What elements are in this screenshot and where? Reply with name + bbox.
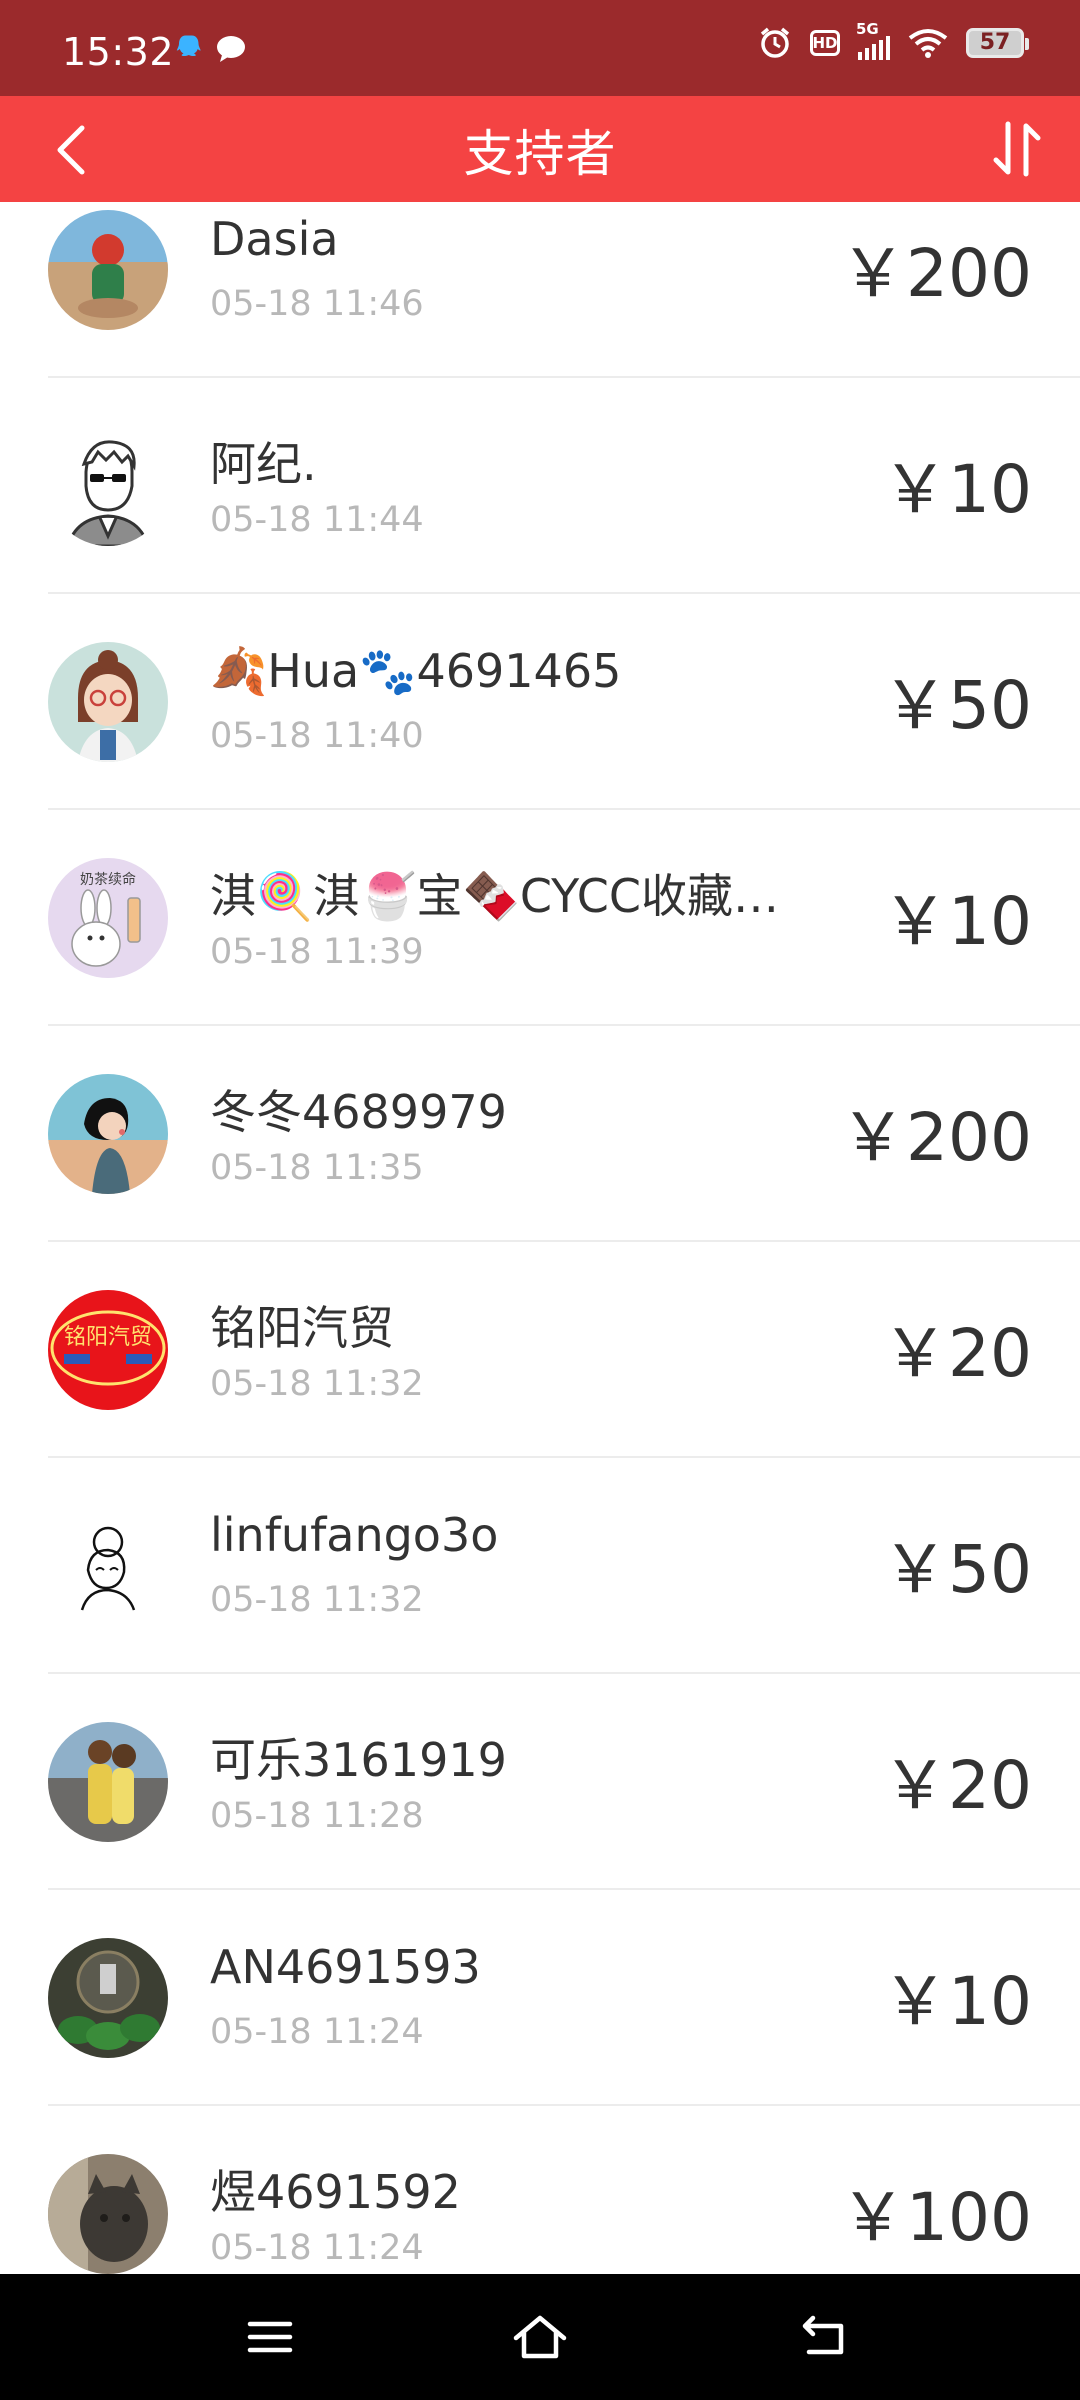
home-icon [513, 2315, 567, 2359]
alarm-icon [758, 26, 792, 60]
supporter-name: 冬冬4689979 [210, 1085, 507, 1139]
supporter-row[interactable]: linfufango3o 05-18 11:32 ￥50 [0, 1458, 1080, 1674]
supporter-name: 可乐3161919 [210, 1733, 507, 1787]
supporter-row[interactable]: 煜4691592 05-18 11:24 ￥100 [0, 2106, 1080, 2274]
supporter-name: 淇🍭淇🍧宝🍫CYCC收藏… [210, 869, 779, 923]
avatar [48, 426, 168, 546]
back-icon [802, 2315, 844, 2355]
avatar [48, 1506, 168, 1626]
supporter-row[interactable]: 阿纪. 05-18 11:44 ￥10 [0, 378, 1080, 594]
sort-icon [993, 121, 1041, 177]
avatar [48, 1722, 168, 1842]
avatar [48, 210, 168, 330]
supporter-row[interactable]: 🍂Hua🐾4691465 05-18 11:40 ￥50 [0, 594, 1080, 810]
supporter-amount: ￥200 [840, 1099, 1032, 1176]
supporter-time: 05-18 11:24 [210, 2228, 424, 2268]
supporter-amount: ￥100 [840, 2179, 1032, 2256]
network-label: 5G [856, 20, 879, 38]
supporter-time: 05-18 11:40 [210, 716, 424, 756]
supporter-amount: ￥20 [882, 1315, 1032, 1392]
supporter-list[interactable]: Dasia 05-18 11:46 ￥200 阿纪. 05-18 11:44 ￥… [0, 202, 1080, 2274]
supporter-name: 阿纪. [210, 437, 317, 491]
supporter-name: 🍂Hua🐾4691465 [210, 644, 622, 698]
status-time: 15:32 [62, 30, 175, 74]
app-header: 支持者 [0, 96, 1080, 202]
sort-button[interactable] [982, 114, 1052, 184]
system-nav-bar [0, 2274, 1080, 2400]
page-title: 支持者 [463, 125, 617, 183]
home-button[interactable] [510, 2312, 570, 2362]
supporter-time: 05-18 11:32 [210, 1364, 424, 1404]
supporter-row[interactable]: Dasia 05-18 11:46 ￥200 [0, 202, 1080, 378]
message-icon [216, 35, 246, 63]
supporter-name: 煜4691592 [210, 2165, 461, 2219]
supporter-name: Dasia [210, 212, 339, 266]
avatar-caption: 奶茶续命 [80, 871, 136, 888]
supporter-row[interactable]: AN4691593 05-18 11:24 ￥10 [0, 1890, 1080, 2106]
supporter-time: 05-18 11:32 [210, 1580, 424, 1620]
supporter-amount: ￥10 [882, 451, 1032, 528]
back-nav-button[interactable] [795, 2312, 855, 2362]
supporter-row[interactable]: 铭阳汽贸 铭阳汽贸 05-18 11:32 ￥20 [0, 1242, 1080, 1458]
menu-icon [247, 2321, 293, 2353]
avatar-logo-text: 铭阳汽贸 [64, 1325, 152, 1350]
wifi-icon [908, 28, 948, 58]
supporter-amount: ￥20 [882, 1747, 1032, 1824]
supporter-name: linfufango3o [210, 1508, 499, 1562]
avatar: 铭阳汽贸 [48, 1290, 168, 1410]
avatar: 奶茶续命 [48, 858, 168, 978]
menu-button[interactable] [240, 2312, 300, 2362]
battery-icon: 57 [966, 28, 1029, 58]
supporter-row[interactable]: 可乐3161919 05-18 11:28 ￥20 [0, 1674, 1080, 1890]
supporter-time: 05-18 11:46 [210, 284, 424, 324]
supporter-amount: ￥50 [882, 1531, 1032, 1608]
signal-icon: 5G [856, 22, 890, 60]
status-bar: 15:32 HD 5G 57 [0, 0, 1080, 96]
supporter-row[interactable]: 冬冬4689979 05-18 11:35 ￥200 [0, 1026, 1080, 1242]
supporter-time: 05-18 11:24 [210, 2012, 424, 2052]
supporter-time: 05-18 11:28 [210, 1796, 424, 1836]
supporter-amount: ￥10 [882, 883, 1032, 960]
avatar [48, 642, 168, 762]
supporter-amount: ￥50 [882, 667, 1032, 744]
supporter-name: AN4691593 [210, 1940, 481, 1994]
hd-icon: HD [810, 30, 840, 56]
supporter-time: 05-18 11:39 [210, 932, 424, 972]
supporter-time: 05-18 11:44 [210, 500, 424, 540]
avatar [48, 1938, 168, 2058]
supporter-row[interactable]: 奶茶续命 淇🍭淇🍧宝🍫CYCC收藏… 05-18 11:39 ￥10 [0, 810, 1080, 1026]
supporter-amount: ￥10 [882, 1963, 1032, 2040]
supporter-amount: ￥200 [840, 235, 1032, 312]
avatar [48, 1074, 168, 1194]
qq-icon [176, 34, 202, 64]
supporter-time: 05-18 11:35 [210, 1148, 424, 1188]
supporter-name: 铭阳汽贸 [210, 1301, 394, 1355]
avatar [48, 2154, 168, 2274]
